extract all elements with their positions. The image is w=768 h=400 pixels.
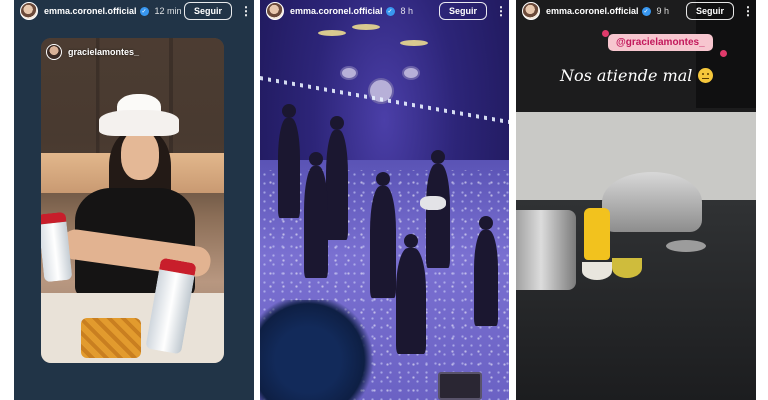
reshared-story-card[interactable] (41, 38, 224, 363)
bowl (582, 262, 612, 280)
cymbal (318, 30, 346, 36)
mention-username[interactable]: gracielamontes_ (68, 47, 139, 57)
time-ago: 8 h (400, 6, 414, 16)
kitchen-photo (516, 0, 756, 400)
cymbal (352, 24, 380, 30)
musician (370, 172, 396, 298)
time-ago: 12 min (154, 6, 182, 16)
musician (278, 104, 300, 218)
mention-sticker-pin (720, 50, 727, 57)
pot-lid (666, 240, 706, 252)
story-header: emma.coronel.official ✓ 8 h Seguir ⋮ (260, 0, 509, 22)
chafing-dish (602, 172, 702, 232)
drink-can-left (41, 211, 73, 283)
tom-drum (340, 66, 358, 80)
musician (304, 152, 328, 278)
username[interactable]: emma.coronel.official (546, 6, 639, 16)
profile-avatar[interactable] (522, 2, 540, 20)
follow-button[interactable]: Seguir (685, 2, 734, 20)
story-panel-1[interactable]: emma.coronel.official ✓ 12 min Seguir ⋮ … (14, 0, 254, 400)
snack-bowl (81, 318, 141, 358)
username[interactable]: emma.coronel.official (290, 6, 383, 16)
guitar (420, 196, 446, 210)
follow-button[interactable]: Seguir (438, 2, 487, 20)
story-caption: Nos atiende mal (560, 66, 714, 85)
musician (326, 116, 348, 240)
verified-badge-icon: ✓ (139, 6, 149, 16)
story-panel-3[interactable]: emma.coronel.official ✓ 9 h Seguir ⋮ @gr… (516, 0, 756, 400)
lead-singer (396, 234, 426, 354)
username[interactable]: emma.coronel.official (44, 6, 137, 16)
cowboy-hat-brim (99, 110, 179, 136)
verified-badge-icon: ✓ (385, 6, 395, 16)
more-options-icon[interactable]: ⋮ (495, 4, 507, 18)
stock-pot (516, 210, 576, 290)
story-header: emma.coronel.official ✓ 12 min Seguir ⋮ (14, 0, 254, 22)
musician (426, 150, 450, 268)
reshared-mention[interactable]: gracielamontes_ (46, 44, 139, 60)
musician (474, 216, 498, 326)
crowd (260, 300, 380, 400)
profile-avatar[interactable] (20, 2, 38, 20)
story-panel-2[interactable]: emma.coronel.official ✓ 8 h Seguir ⋮ (260, 0, 509, 400)
stage-monitor (438, 372, 482, 400)
neutral-face-emoji-icon (698, 68, 714, 83)
more-options-icon[interactable]: ⋮ (240, 4, 252, 18)
more-options-icon[interactable]: ⋮ (742, 4, 754, 18)
time-ago: 9 h (656, 6, 670, 16)
concert-stage-photo (260, 0, 509, 400)
mustard-bottle (584, 208, 610, 260)
mention-sticker[interactable]: @gracielamontes_ (608, 34, 713, 51)
cymbal (400, 40, 428, 46)
face (121, 130, 159, 180)
verified-badge-icon: ✓ (641, 6, 651, 16)
profile-avatar[interactable] (266, 2, 284, 20)
bowl (612, 258, 642, 278)
stories-comparison: emma.coronel.official ✓ 12 min Seguir ⋮ … (0, 0, 768, 400)
story-header: emma.coronel.official ✓ 9 h Seguir ⋮ (516, 0, 756, 22)
tom-drum (402, 66, 420, 80)
mention-avatar (46, 44, 62, 60)
follow-button[interactable]: Seguir (183, 2, 232, 20)
mention-sticker-pin (602, 30, 609, 37)
caption-text: Nos atiende mal (560, 66, 693, 85)
